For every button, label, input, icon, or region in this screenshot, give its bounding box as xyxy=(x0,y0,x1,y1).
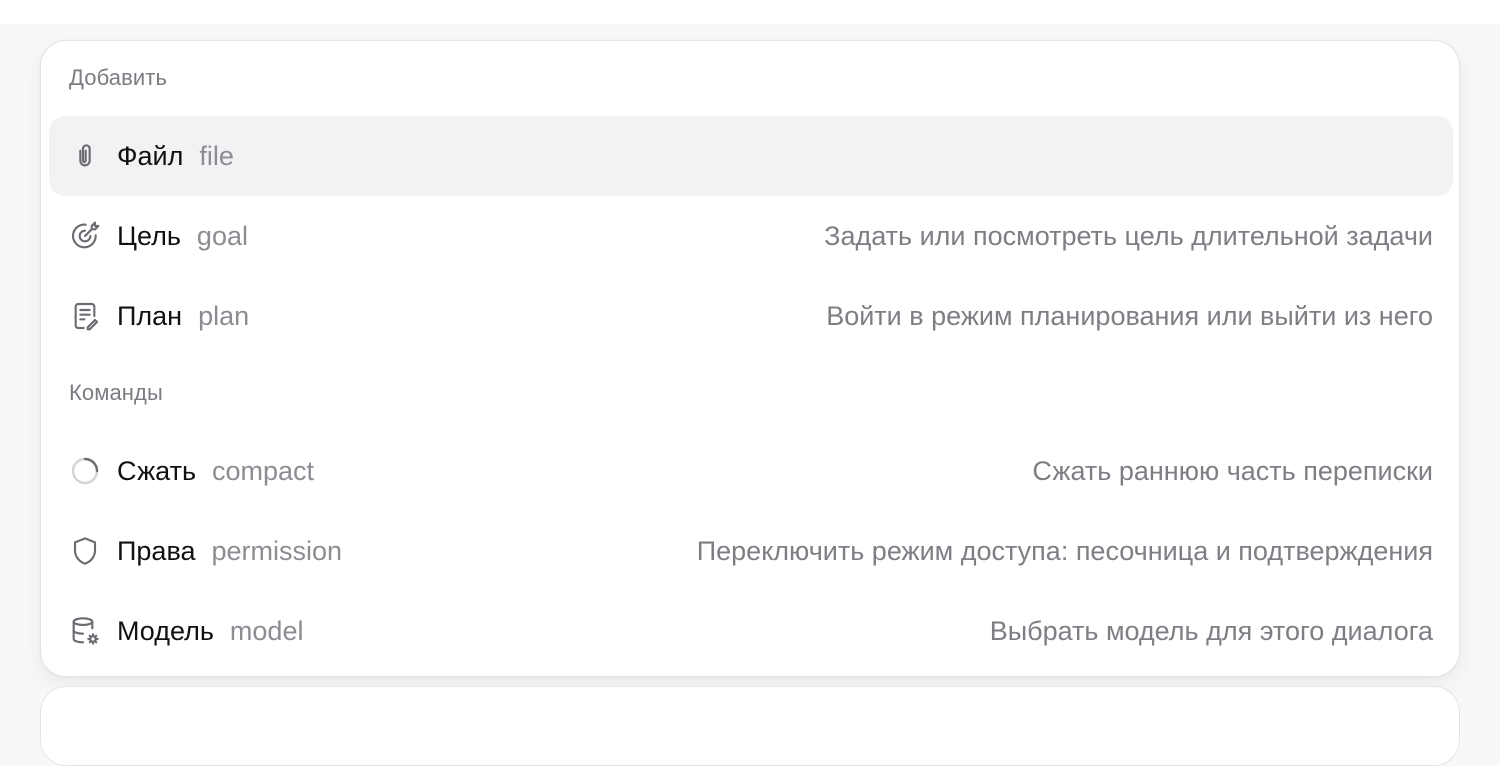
menu-item-permission[interactable]: Права permission Переключить режим досту… xyxy=(49,511,1453,591)
menu-item-name: Цель xyxy=(117,220,181,251)
menu-item-compact[interactable]: Сжать compact Сжать раннюю часть перепис… xyxy=(49,431,1453,511)
database-gear-icon xyxy=(69,615,101,647)
menu-item-plan[interactable]: План plan Войти в режим планирования или… xyxy=(49,276,1453,356)
menu-item-name: План xyxy=(117,300,183,331)
menu-item-model[interactable]: Модель model Выбрать модель для этого ди… xyxy=(49,591,1453,671)
menu-item-name: Сжать xyxy=(117,455,197,486)
shield-icon xyxy=(69,535,101,567)
menu-item-command: file xyxy=(199,140,234,171)
menu-item-description: Переключить режим доступа: песочница и п… xyxy=(696,535,1433,566)
menu-item-command: permission xyxy=(211,535,343,566)
menu-item-description: Войти в режим планирования или выйти из … xyxy=(826,300,1433,331)
menu-item-goal[interactable]: Цель goal Задать или посмотреть цель дли… xyxy=(49,196,1453,276)
menu-item-command: compact xyxy=(212,455,315,486)
menu-item-command: model xyxy=(229,615,304,646)
section-label-commands: Команды xyxy=(69,380,163,405)
command-menu: Добавить Файл file Цель goal Задать или … xyxy=(40,40,1460,677)
menu-item-name: Права xyxy=(117,535,196,566)
spinner-icon xyxy=(69,455,101,487)
top-strip xyxy=(0,0,1500,24)
composer-card[interactable] xyxy=(40,686,1460,766)
menu-item-command: goal xyxy=(196,220,248,251)
menu-item-description: Задать или посмотреть цель длительной за… xyxy=(824,220,1433,251)
plan-note-icon xyxy=(69,300,101,332)
menu-item-name: Файл xyxy=(117,140,184,171)
menu-item-description: Сжать раннюю часть переписки xyxy=(1032,455,1433,486)
menu-item-file[interactable]: Файл file xyxy=(49,116,1453,196)
menu-item-command: plan xyxy=(198,300,250,331)
section-label-add: Добавить xyxy=(69,65,168,90)
paperclip-icon xyxy=(69,140,101,172)
menu-item-name: Модель xyxy=(117,615,214,646)
menu-item-description: Выбрать модель для этого диалога xyxy=(989,615,1433,646)
target-icon xyxy=(69,220,101,252)
